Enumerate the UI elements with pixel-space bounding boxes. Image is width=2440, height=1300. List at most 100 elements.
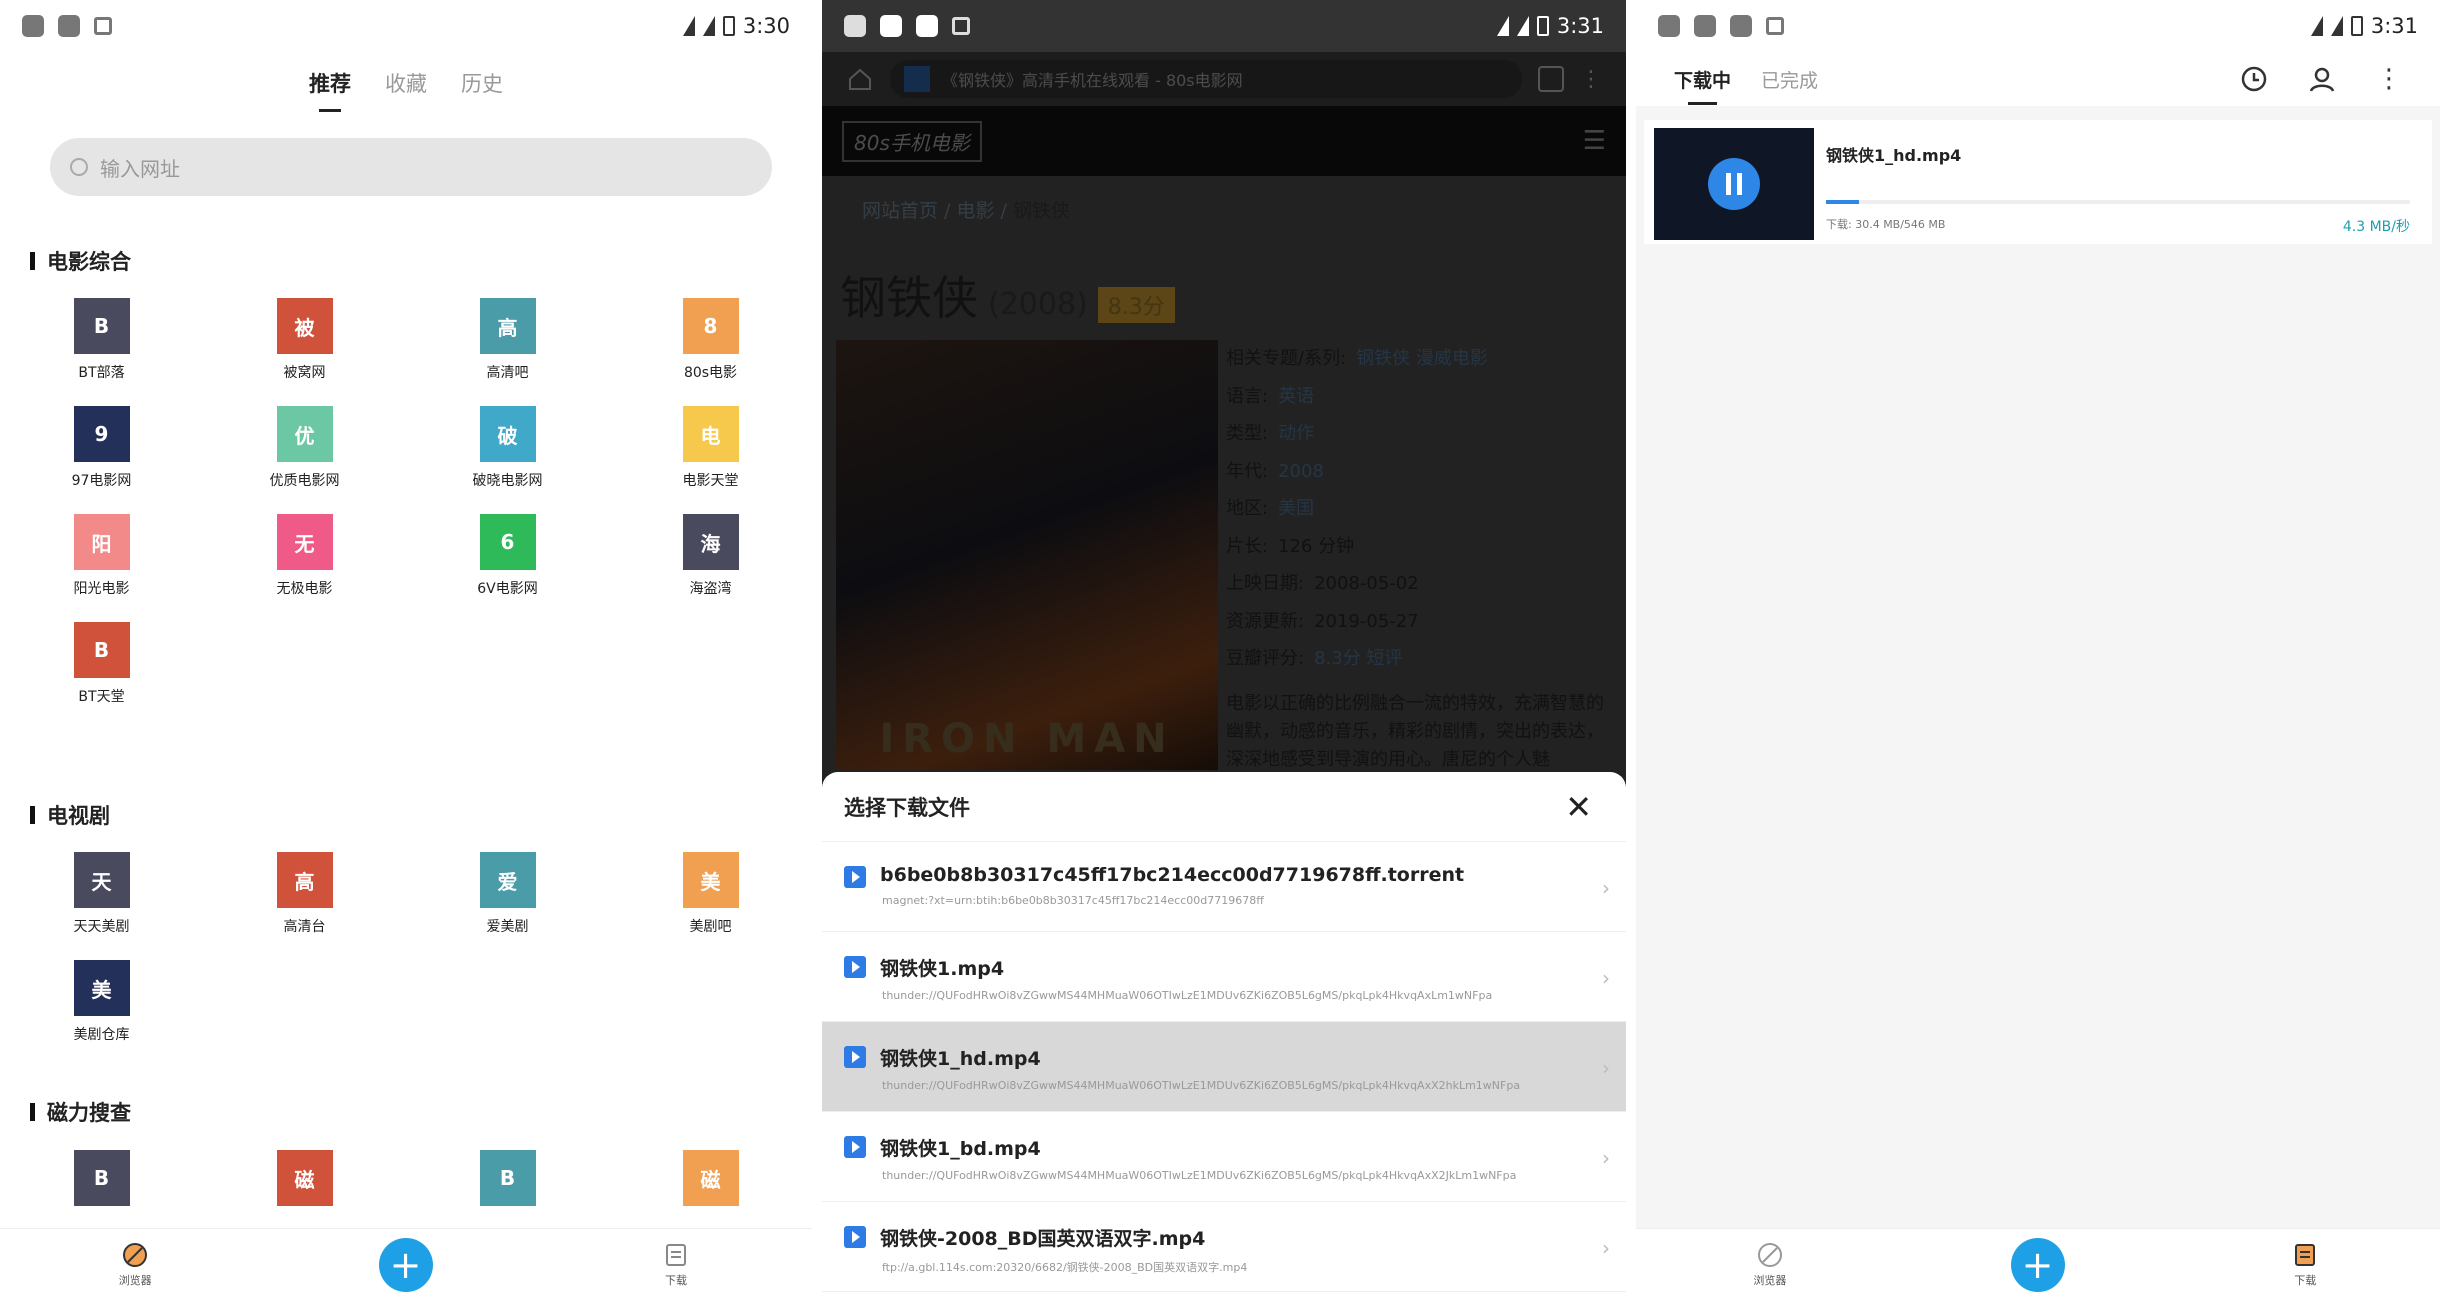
file-row[interactable]: 钢铁侠-2008_BD国英双语双字.mp4 ftp://a.gbl.114s.co… — [822, 1202, 1626, 1292]
tab-history[interactable]: 历史 — [461, 68, 503, 98]
site-shortcut[interactable]: 9 97电影网 — [0, 406, 203, 490]
site-label: 6V电影网 — [477, 581, 538, 597]
site-shortcut[interactable]: 6 6V电影网 — [406, 514, 609, 598]
site-label: 海盗湾 — [689, 581, 732, 597]
history-icon[interactable] — [2240, 65, 2268, 93]
nav-browser[interactable]: 浏览器 — [0, 1242, 270, 1288]
site-shortcut[interactable]: 海海盗湾 — [609, 514, 812, 598]
site-label: BT天堂 — [78, 689, 125, 705]
site-shortcut[interactable]: 优优质电影网 — [203, 406, 406, 490]
site-icon: 无 — [276, 514, 333, 570]
site-label: 天天美剧 — [73, 919, 130, 935]
site-icon: 高 — [276, 852, 333, 908]
chevron-right-icon: › — [1602, 966, 1610, 990]
compass-icon — [1757, 1242, 1782, 1267]
site-shortcut[interactable]: 天天天美剧 — [0, 852, 203, 936]
site-label: 爱美剧 — [486, 919, 529, 935]
add-button[interactable]: + — [378, 1237, 433, 1292]
battery-icon — [722, 16, 735, 36]
site-shortcut[interactable]: B BT天堂 — [0, 622, 203, 706]
tab-favorites[interactable]: 收藏 — [385, 68, 427, 98]
file-name: 钢铁侠1.mp4 — [880, 958, 1005, 980]
close-icon[interactable]: ✕ — [1565, 788, 1592, 826]
site-shortcut[interactable]: B — [0, 1150, 203, 1214]
signal-icon — [1516, 16, 1529, 36]
site-icon: 磁 — [682, 1150, 739, 1206]
site-shortcut[interactable]: 磁 — [609, 1150, 812, 1214]
site-label: BT部落 — [78, 365, 125, 381]
section-title: 电影综合 — [30, 246, 131, 276]
notification-icon — [1658, 15, 1680, 37]
site-shortcut[interactable]: B BT部落 — [0, 298, 203, 382]
site-shortcut[interactable]: 高高清吧 — [406, 298, 609, 382]
notification-icon — [916, 15, 938, 37]
browser-home-screen: 3:30 推荐 收藏 历史 输入网址 电影综合 B BT部落被被窝网高高清吧 8 80s… — [0, 0, 812, 1300]
site-icon: 美 — [73, 960, 130, 1016]
site-icon: 被 — [276, 298, 333, 354]
file-url: thunder://QUFodHRwOi8vZGwwMS44MHMuaW06OT… — [882, 1169, 1517, 1182]
shortcut-grid: B磁B磁 — [0, 1150, 812, 1214]
download-list-icon — [2295, 1243, 2316, 1266]
site-icon: B — [479, 1150, 536, 1206]
notification-icon — [1730, 15, 1752, 37]
site-shortcut[interactable]: 阳阳光电影 — [0, 514, 203, 598]
download-list-icon — [665, 1243, 686, 1266]
site-label: 被窝网 — [283, 365, 326, 381]
battery-icon — [2350, 16, 2363, 36]
tab-recommended[interactable]: 推荐 — [309, 68, 351, 112]
file-row[interactable]: 钢铁侠1_hd.mp4 thunder://QUFodHRwOi8vZGwwMS4… — [822, 1022, 1626, 1112]
add-button[interactable]: + — [2010, 1237, 2065, 1292]
site-icon: 电 — [682, 406, 739, 462]
site-icon: 天 — [73, 852, 130, 908]
site-shortcut[interactable]: 美美剧吧 — [609, 852, 812, 936]
more-icon[interactable]: ⋮ — [2376, 64, 2402, 94]
site-label: 高清吧 — [486, 365, 529, 381]
notification-icon — [880, 15, 902, 37]
download-item[interactable]: 钢铁侠1_hd.mp4 下载: 30.4 MB/546 MB 4.3 MB/秒 — [1644, 120, 2432, 244]
site-shortcut[interactable]: 破破晓电影网 — [406, 406, 609, 490]
tab-completed[interactable]: 已完成 — [1761, 66, 1818, 93]
site-shortcut[interactable]: 8 80s电影 — [609, 298, 812, 382]
site-icon: 9 — [73, 406, 130, 462]
site-shortcut[interactable]: 电电影天堂 — [609, 406, 812, 490]
nav-download-label: 下载 — [2294, 1273, 2317, 1287]
site-icon: B — [73, 622, 130, 678]
site-label: 高清台 — [283, 919, 326, 935]
url-placeholder: 输入网址 — [100, 156, 180, 181]
site-shortcut[interactable]: 高高清台 — [203, 852, 406, 936]
tab-downloading[interactable]: 下载中 — [1674, 66, 1731, 105]
notification-icon — [94, 17, 112, 35]
nav-browser-label: 浏览器 — [1753, 1273, 1787, 1287]
signal-icon — [702, 16, 715, 36]
url-input[interactable]: 输入网址 — [50, 138, 772, 196]
nav-download-label: 下载 — [664, 1273, 687, 1287]
file-name: 钢铁侠-2008_BD国英双语双字.mp4 — [880, 1228, 1206, 1250]
file-row[interactable]: 钢铁侠1.mp4 thunder://QUFodHRwOi8vZGwwMS44MH… — [822, 932, 1626, 1022]
notification-icon — [844, 15, 866, 37]
bottom-nav: 浏览器 + 下载 — [1636, 1228, 2440, 1300]
site-shortcut[interactable]: B — [406, 1150, 609, 1214]
file-row[interactable]: 钢铁侠1_bd.mp4 thunder://QUFodHRwOi8vZGwwMS4… — [822, 1112, 1626, 1202]
nav-browser[interactable]: 浏览器 — [1636, 1242, 1904, 1288]
site-shortcut[interactable]: 无无极电影 — [203, 514, 406, 598]
site-label: 美剧吧 — [689, 919, 732, 935]
site-shortcut[interactable]: 被被窝网 — [203, 298, 406, 382]
battery-icon — [1536, 16, 1549, 36]
site-shortcut[interactable]: 爱爱美剧 — [406, 852, 609, 936]
chevron-right-icon: › — [1602, 876, 1610, 900]
clock: 3:30 — [742, 14, 790, 38]
notification-icon — [22, 15, 44, 37]
site-shortcut[interactable]: 美美剧仓库 — [0, 960, 203, 1044]
pause-icon[interactable] — [1708, 158, 1760, 210]
site-icon: 阳 — [73, 514, 130, 570]
site-label: 破晓电影网 — [472, 473, 543, 489]
nav-download[interactable]: 下载 — [2171, 1242, 2439, 1288]
status-bar: 3:31 — [822, 0, 1626, 52]
file-row[interactable]: b6be0b8b30317c45ff17bc214ecc00d7719678ff… — [822, 842, 1626, 932]
site-label: 阳光电影 — [73, 581, 130, 597]
nav-download[interactable]: 下载 — [541, 1242, 811, 1288]
site-shortcut[interactable]: 磁 — [203, 1150, 406, 1214]
user-icon[interactable] — [2308, 65, 2336, 93]
webpage-screen: 3:31 《钢铁侠》高清手机在线观看 - 80s电影网 ⋮ 80s手机电影 ☰ … — [822, 0, 1626, 1300]
download-name: 钢铁侠1_hd.mp4 — [1826, 146, 1962, 165]
